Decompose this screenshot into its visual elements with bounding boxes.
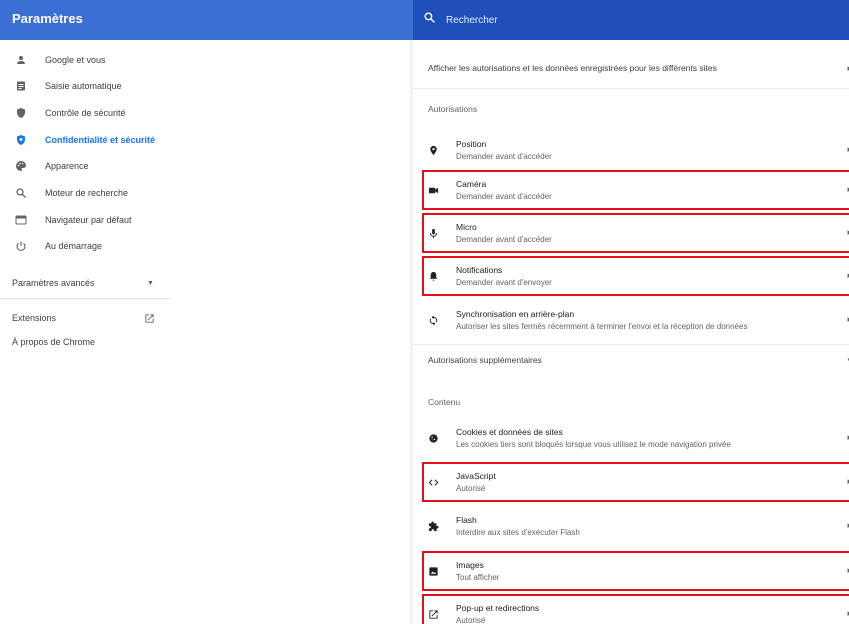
search-icon [423,11,436,29]
permission-title: Synchronisation en arrière-plan [456,309,575,319]
sidebar-item-label: Saisie automatique [45,81,122,91]
permission-subtitle: Autoriser les sites fermés récemment à t… [456,322,748,331]
permission-title: Caméra [456,179,487,189]
permission-title: Position [456,139,487,149]
view-all-permissions-row[interactable]: Afficher les autorisations et les donnée… [413,58,849,78]
puzzle-icon [427,520,439,532]
camera-icon [427,184,439,196]
content-javascript[interactable]: JavaScript Autorisé ▸ [413,462,849,502]
search-bar[interactable] [413,0,849,40]
sidebar-item-label: Confidentialité et sécurité [45,135,156,145]
sidebar-item-appearance[interactable]: Apparence [0,156,180,176]
content-title: Pop-up et redirections [456,603,540,613]
content-subtitle: Autorisé [456,616,486,624]
permission-microphone[interactable]: Micro Demander avant d'accéder ▸ [413,213,849,253]
image-icon [427,565,439,577]
permissions-header: Autorisations [428,104,478,114]
location-pin-icon [427,144,439,156]
divider [413,344,849,345]
permission-title: Micro [456,222,477,232]
sidebar-item-label: Navigateur par défaut [45,215,132,225]
content-title: Cookies et données de sites [456,427,563,437]
sidebar: Google et vous Saisie automatique Contrô… [0,40,410,624]
sidebar-item-on-startup[interactable]: Au démarrage [0,236,180,256]
sidebar-item-search-engine[interactable]: Moteur de recherche [0,183,180,203]
extensions-link[interactable]: Extensions [12,310,162,326]
bell-icon [427,270,439,282]
view-all-permissions-label: Afficher les autorisations et les donnée… [428,63,717,73]
advanced-settings-toggle[interactable]: Paramètres avancés ▼ [12,275,162,291]
sidebar-item-google[interactable]: Google et vous [0,50,180,70]
content-subtitle: Autorisé [456,484,486,493]
sidebar-item-label: Au démarrage [45,241,103,251]
open-in-new-icon [427,608,439,620]
shield-icon [14,106,28,120]
sidebar-item-safety-check[interactable]: Contrôle de sécurité [0,103,180,123]
advanced-settings-label: Paramètres avancés [12,278,95,288]
content-cookies[interactable]: Cookies et données de sites Les cookies … [413,418,849,458]
content-subtitle: Interdire aux sites d'exécuter Flash [456,528,580,537]
sidebar-item-privacy[interactable]: Confidentialité et sécurité [0,130,180,150]
content-subtitle: Tout afficher [456,573,500,582]
sidebar-item-autofill[interactable]: Saisie automatique [0,76,180,96]
content-images[interactable]: Images Tout afficher ▸ [413,551,849,591]
person-icon [14,53,28,67]
sidebar-divider [0,298,170,299]
code-icon [427,476,439,488]
content-title: JavaScript [456,471,496,481]
search-icon [14,186,28,200]
additional-permissions-label: Autorisations supplémentaires [428,355,542,365]
sync-icon [427,314,439,326]
divider [413,88,849,89]
permission-subtitle: Demander avant d'accéder [456,152,552,161]
content-title: Flash [456,515,477,525]
sidebar-item-label: Moteur de recherche [45,188,129,198]
permission-subtitle: Demander avant d'envoyer [456,278,552,287]
caret-down-icon: ▼ [147,279,154,287]
about-chrome-link[interactable]: À propos de Chrome [12,337,95,347]
search-input[interactable] [446,14,826,26]
permission-location[interactable]: Position Demander avant d'accéder ▸ [413,130,849,170]
content-flash[interactable]: Flash Interdire aux sites d'exécuter Fla… [413,506,849,546]
permission-notifications[interactable]: Notifications Demander avant d'envoyer ▸ [413,256,849,296]
power-icon [14,239,28,253]
content-title: Images [456,560,484,570]
permission-subtitle: Demander avant d'accéder [456,192,552,201]
microphone-icon [427,227,439,239]
browser-icon [14,213,28,227]
permission-camera[interactable]: Caméra Demander avant d'accéder ▸ [413,170,849,210]
sidebar-item-default-browser[interactable]: Navigateur par défaut [0,210,180,230]
clipboard-icon [14,79,28,93]
shield-lock-icon [14,133,28,147]
sidebar-item-label: Apparence [45,161,89,171]
page-title: Paramètres [12,11,83,26]
additional-permissions-row[interactable]: Autorisations supplémentaires ▾ [413,350,849,370]
content-subtitle: Les cookies tiers sont bloqués lorsque v… [456,440,731,449]
cookie-icon [427,432,439,444]
open-in-new-icon [145,313,154,323]
extensions-label: Extensions [12,313,57,323]
content-popups[interactable]: Pop-up et redirections Autorisé ▸ [413,594,849,624]
privacy-panel: Afficher les autorisations et les donnée… [413,40,849,624]
permission-subtitle: Demander avant d'accéder [456,235,552,244]
sidebar-item-label: Contrôle de sécurité [45,108,126,118]
palette-icon [14,159,28,173]
content-header: Contenu [428,397,461,407]
sidebar-item-label: Google et vous [45,55,106,65]
permission-background-sync[interactable]: Synchronisation en arrière-plan Autorise… [413,300,849,340]
permission-title: Notifications [456,265,503,275]
